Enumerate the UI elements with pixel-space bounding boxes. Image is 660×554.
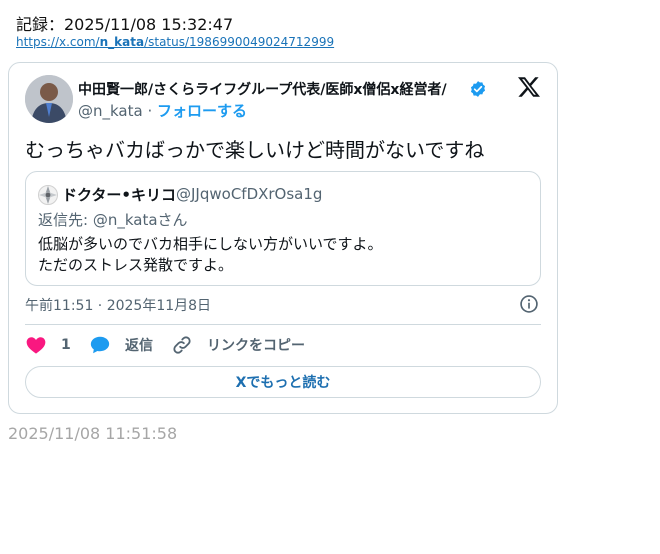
tweet-timestamp[interactable]: 午前11:51 · 2025年11月8日	[25, 295, 211, 315]
reply-bubble-icon	[90, 336, 110, 354]
quoted-tweet[interactable]: ドクター•キリコ @JJqwoCfDXrOsa1g 返信先: @n_kataさん…	[25, 171, 541, 286]
verified-badge-icon	[470, 81, 486, 97]
copy-link-button[interactable]: リンクをコピー	[171, 334, 305, 356]
follow-link[interactable]: フォローする	[157, 102, 247, 120]
record-header: 記録：2025/11/08 15:32:47	[16, 15, 234, 34]
quote-author-avatar	[38, 185, 58, 205]
info-icon[interactable]	[519, 294, 539, 314]
like-count: 1	[61, 337, 71, 353]
tweet-text: むっちゃバカばっかで楽しいけど時間がないですね	[25, 138, 485, 162]
heart-icon	[26, 337, 46, 354]
quote-author-name: ドクター•キリコ	[62, 186, 176, 204]
like-button[interactable]: 1	[25, 334, 71, 356]
author-handle[interactable]: @n_kata	[78, 102, 143, 120]
divider	[25, 324, 541, 325]
x-logo-icon[interactable]	[517, 75, 541, 99]
author-name[interactable]: 中田賢一郎/さくらライフグループ代表/医師x僧侶x経営者/	[78, 79, 447, 99]
quote-reply-to: 返信先: @n_kataさん	[38, 211, 188, 229]
archive-timestamp: 2025/11/08 11:51:58	[8, 424, 178, 443]
author-handle-line: @n_kata · フォローする	[78, 102, 248, 120]
author-avatar[interactable]	[25, 75, 73, 123]
read-more-button[interactable]: Xでもっと読む	[25, 366, 541, 398]
tweet-embed-card: 中田賢一郎/さくらライフグループ代表/医師x僧侶x経営者/ @n_kata · …	[8, 62, 558, 414]
reply-button[interactable]: 返信	[89, 334, 153, 356]
quote-author-handle: @JJqwoCfDXrOsa1g	[176, 185, 323, 203]
copy-link-label: リンクをコピー	[207, 338, 305, 354]
quote-text-line-2: ただのストレス発散ですよ。	[38, 256, 234, 274]
record-url-link[interactable]: https://x.com/n_kata/status/198699004902…	[16, 35, 334, 49]
reply-label: 返信	[125, 338, 153, 354]
quote-text-line-1: 低脳が多いのでバカ相手にしない方がいいですよ。	[38, 235, 383, 253]
link-icon	[173, 336, 191, 354]
